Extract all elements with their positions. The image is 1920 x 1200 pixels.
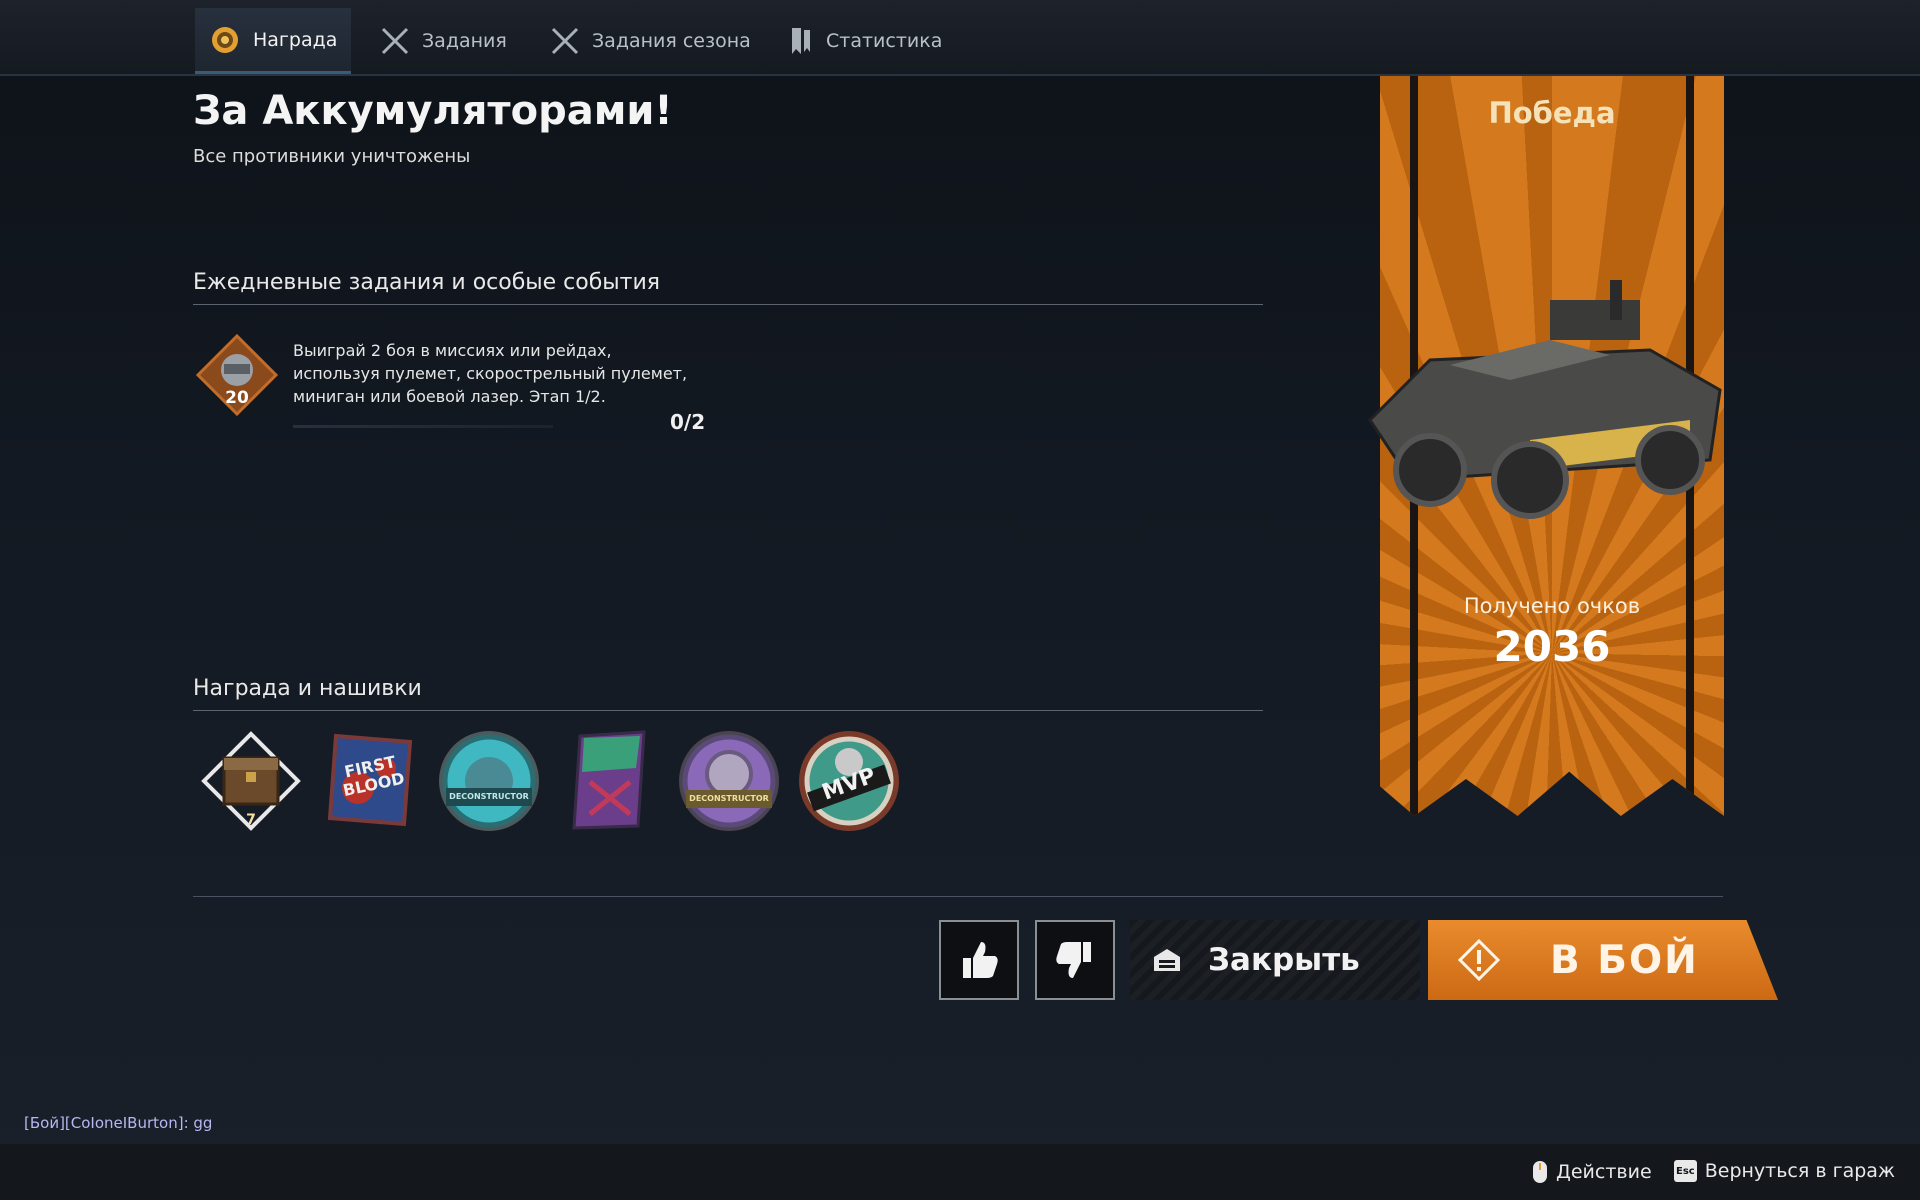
medal-icon [212,26,238,53]
tab-season-tasks[interactable]: Задания сезона [536,8,765,74]
tab-tasks-label: Задания [422,30,507,52]
action-hint[interactable]: Действие [1532,1160,1652,1184]
score-label: Получено очков [1463,594,1641,618]
chat-message: [Бой][CoIoneIBurton]: gg [24,1114,213,1132]
return-to-garage-label: Вернуться в гараж [1704,1160,1896,1182]
task-text-line: Выиграй 2 боя в миссиях или рейдах, [293,341,612,360]
deconstructor-text: DECONSTRUCTOR [449,792,529,801]
task-badge-icon: 20 [195,333,279,417]
sticker-icon [572,730,646,830]
tab-tasks[interactable]: Задания [366,8,521,74]
mouse-icon [1533,1161,1547,1183]
reward-mvp-badge[interactable]: MVP [796,728,902,834]
battle-button[interactable]: В БОЙ [1428,920,1778,1000]
gear-badge-icon [679,731,779,831]
task-progress-bar [293,425,553,428]
battle-button-label: В БОЙ [1550,937,1699,983]
rewards-section-title: Награда и нашивки [193,676,422,701]
reward-purple-sticker[interactable] [556,728,662,834]
crossed-swords-icon [551,27,579,55]
like-button[interactable] [939,920,1019,1000]
task-badge-value: 20 [225,388,249,408]
reward-deconstructor-purple[interactable]: DECONSTRUCTOR [676,728,782,834]
section-divider [193,710,1263,711]
score-value: 2036 [1493,622,1611,671]
deconstructor-text: DECONSTRUCTOR [689,794,769,803]
task-progress: 0/2 [670,410,706,434]
tab-statistics[interactable]: Статистика [774,8,956,74]
task-text-line: миниган или боевой лазер. Этап 1/2. [293,387,606,406]
return-to-garage-hint[interactable]: Esc Вернуться в гараж [1674,1160,1895,1182]
tab-season-tasks-label: Задания сезона [592,30,751,52]
reward-first-blood-patch[interactable]: FIRST BLOOD [318,728,424,834]
tab-statistics-label: Статистика [826,30,943,52]
esc-key-icon: Esc [1674,1160,1697,1182]
reward-deconstructor-teal[interactable]: DECONSTRUCTOR [436,728,542,834]
victory-title: Победа [1488,96,1616,130]
reward-crate-count: 7 [246,812,256,828]
dislike-button[interactable] [1035,920,1115,1000]
bookmark-icon [792,28,810,54]
task-text-line: используя пулемет, скорострельный пулеме… [293,364,688,383]
page-title: За Аккумуляторами! [193,88,673,134]
alert-diamond-icon [1458,939,1500,981]
tab-reward[interactable]: Награда [195,8,352,74]
action-hint-label: Действие [1556,1161,1652,1183]
task-description: Выиграй 2 боя в миссиях или рейдах, испо… [293,339,713,408]
vehicle-image [1368,280,1722,519]
tab-bar: Награда Задания Задания сезона Статистик… [0,0,1920,76]
crossed-swords-icon [381,27,409,55]
section-divider [193,304,1263,305]
close-button[interactable]: Закрыть [1130,920,1420,1000]
tab-reward-label: Награда [253,28,338,51]
garage-icon [1154,949,1180,971]
gear-badge-icon [439,731,539,831]
thumbs-down-icon [1056,942,1091,978]
page-subtitle: Все противники уничтожены [193,146,471,167]
bottom-divider [193,896,1723,897]
daily-section-title: Ежедневные задания и особые события [193,270,661,295]
close-button-label: Закрыть [1208,942,1360,978]
thumbs-up-icon [963,942,998,978]
reward-crate[interactable]: 7 [198,728,304,834]
